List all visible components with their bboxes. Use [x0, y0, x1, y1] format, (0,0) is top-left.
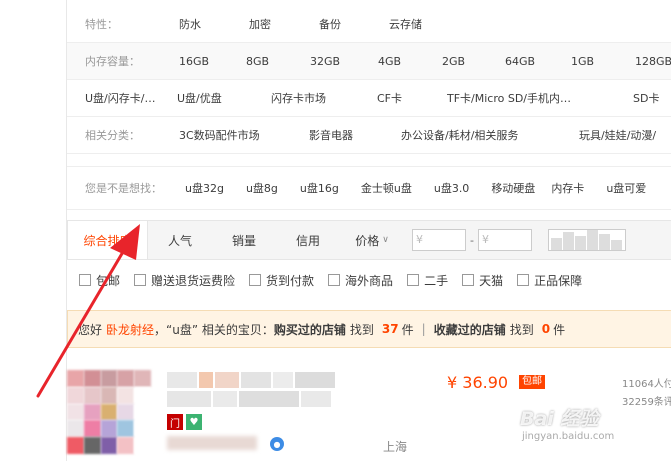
attr-key-related: 相关分类： — [85, 129, 140, 142]
attr-value-16gb[interactable]: 16GB — [179, 55, 246, 68]
free-shipping-badge: 包邮 — [519, 375, 545, 389]
notice-fav-label[interactable]: 收藏过的店铺 — [434, 321, 506, 338]
attr-key-type[interactable]: U盘/闪存卡/… — [67, 90, 167, 106]
sort-tab-credit[interactable]: 信用 — [276, 221, 340, 259]
attr-row-feature: 特性： 防水 加密 备份 云存储 — [67, 6, 671, 43]
filter-genuine[interactable]: 正品保障 — [517, 272, 582, 289]
filter-tmall[interactable]: 天猫 — [462, 272, 503, 289]
checkbox[interactable] — [407, 274, 420, 286]
attr-value-backup[interactable]: 备份 — [319, 16, 389, 32]
checkbox[interactable] — [462, 274, 475, 286]
checkbox[interactable] — [79, 274, 91, 286]
suggestion-item[interactable]: u盘16g — [300, 180, 339, 196]
attr-row-memory: 内存容量： 16GB 8GB 32GB 4GB 2GB 64GB 1GB 128… — [67, 43, 671, 80]
attr-value-flash-market[interactable]: 闪存卡市场 — [271, 90, 377, 106]
suggestion-label: 您是不是想找： — [85, 182, 162, 195]
price-min-input[interactable]: ¥ — [412, 229, 466, 251]
product-sold-count: 11064人付 — [622, 379, 671, 390]
attr-value-cloud[interactable]: 云存储 — [389, 16, 459, 32]
notice-unit: 件 — [553, 322, 566, 337]
tmall-icon[interactable]: 门 — [167, 414, 183, 430]
checkbox[interactable] — [328, 274, 341, 286]
attr-value-2gb[interactable]: 2GB — [442, 55, 505, 68]
attr-key-memory: 内存容量： — [85, 55, 140, 68]
attr-value-64gb[interactable]: 64GB — [505, 55, 571, 68]
attr-value-tf[interactable]: TF卡/Micro SD/手机内… — [447, 90, 633, 106]
notice-greeting: 您好 — [78, 322, 103, 337]
sort-tab-default[interactable]: 综合排序 — [68, 221, 148, 259]
product-location: 上海 — [383, 440, 408, 454]
attr-value-8gb[interactable]: 8GB — [246, 55, 310, 68]
attr-row-type: U盘/闪存卡/… U盘/优盘 闪存卡市场 CF卡 TF卡/Micro SD/手机… — [67, 80, 671, 117]
checkbox[interactable] — [517, 274, 530, 286]
filter-return-insurance[interactable]: 赠送退货运费险 — [134, 272, 235, 289]
price-range-dash: - — [470, 233, 474, 247]
notice-found: 找到 — [509, 322, 534, 337]
attr-value-1gb[interactable]: 1GB — [571, 55, 635, 68]
suggestion-row: 您是不是想找： u盘32g u盘8g u盘16g 金士顿u盘 u盘3.0 移动硬… — [67, 166, 671, 210]
filter-row: 包邮 赠送退货运费险 货到付款 海外商品 二手 天猫 正品保障 — [67, 262, 671, 298]
notice-unit: 件 — [401, 322, 414, 337]
attr-value-toys[interactable]: 玩具/娃娃/动漫/ — [579, 127, 656, 143]
product-review-count[interactable]: 32259条评 — [622, 393, 671, 408]
checkbox[interactable] — [249, 274, 262, 286]
attr-value-encrypt[interactable]: 加密 — [249, 16, 319, 32]
suggestion-item[interactable]: u盘32g — [185, 180, 224, 196]
watermark-brand: Bai 经验 — [520, 408, 599, 430]
suggestion-item[interactable]: u盘3.0 — [434, 180, 469, 196]
attr-value-3c[interactable]: 3C数码配件市场 — [179, 127, 309, 143]
attr-value-4gb[interactable]: 4GB — [378, 55, 442, 68]
filter-second-hand[interactable]: 二手 — [407, 272, 448, 289]
suggestion-item[interactable]: 内存卡 — [551, 180, 584, 196]
sort-tab-price-label: 价格 — [355, 233, 380, 248]
baidu-jingyan-watermark: Bai 经验 jingyan.baidu.com — [520, 404, 614, 442]
filter-cod[interactable]: 货到付款 — [249, 272, 314, 289]
suggestion-item[interactable]: u盘可爱 — [606, 180, 646, 196]
price-max-input[interactable]: ¥ — [477, 229, 532, 251]
attr-key-feature: 特性： — [85, 18, 118, 31]
price-distribution-icon[interactable] — [547, 229, 626, 251]
chat-icon[interactable]: ● — [270, 437, 284, 451]
product-title-blurred[interactable] — [167, 372, 357, 408]
chevron-down-icon: ∨ — [382, 235, 389, 245]
attr-value-cf[interactable]: CF卡 — [377, 90, 447, 106]
attr-value-av[interactable]: 影音电器 — [309, 127, 401, 143]
product-badges: 门 ♥ — [167, 414, 205, 430]
checkbox[interactable] — [134, 274, 147, 286]
attr-value-waterproof[interactable]: 防水 — [179, 16, 249, 32]
attr-value-128gb[interactable]: 128GB — [635, 55, 671, 68]
suggestion-item[interactable]: u盘8g — [246, 180, 278, 196]
suggestion-item[interactable]: 移动硬盘 — [491, 180, 535, 196]
notice-query: ，“u盘” 相关的宝贝： — [154, 322, 274, 337]
sort-tab-sales[interactable]: 销量 — [212, 221, 276, 259]
attr-value-office[interactable]: 办公设备/耗材/相关服务 — [401, 127, 579, 143]
filter-free-shipping[interactable]: 包邮 — [79, 272, 120, 289]
product-thumbnail[interactable] — [67, 370, 151, 454]
attr-value-sd[interactable]: SD卡 — [633, 90, 659, 106]
heart-icon[interactable]: ♥ — [186, 414, 202, 430]
sort-tab-popularity[interactable]: 人气 — [148, 221, 212, 259]
sort-bar: 综合排序 人气 销量 信用 价格 ∨ ¥ - ¥ — [67, 220, 671, 260]
notice-divider: | — [421, 322, 426, 336]
notice-count-bought[interactable]: 37 — [382, 322, 399, 336]
notice-bought-label[interactable]: 购买过的店铺 — [274, 321, 346, 338]
notice-count-fav[interactable]: 0 — [542, 322, 550, 336]
watermark-url: jingyan.baidu.com — [522, 431, 615, 442]
notice-username[interactable]: 卧龙射经 — [106, 321, 154, 338]
shop-name-blurred[interactable] — [167, 436, 257, 450]
shop-history-notice: 您好 卧龙射经 ，“u盘” 相关的宝贝： 购买过的店铺 找到 37 件 | 收藏… — [67, 310, 671, 348]
product-price: ¥ 36.90 — [447, 373, 509, 392]
attr-value-udisk[interactable]: U盘/优盘 — [177, 90, 271, 106]
attr-row-related: 相关分类： 3C数码配件市场 影音电器 办公设备/耗材/相关服务 玩具/娃娃/动… — [67, 117, 671, 154]
search-results-panel: 特性： 防水 加密 备份 云存储 内存容量： 16GB 8GB 32GB 4GB… — [66, 0, 671, 461]
sort-tab-price[interactable]: 价格 ∨ — [340, 221, 404, 259]
suggestion-item[interactable]: 金士顿u盘 — [361, 180, 412, 196]
attr-value-32gb[interactable]: 32GB — [310, 55, 378, 68]
filter-overseas[interactable]: 海外商品 — [328, 272, 393, 289]
notice-found: 找到 — [349, 322, 374, 337]
